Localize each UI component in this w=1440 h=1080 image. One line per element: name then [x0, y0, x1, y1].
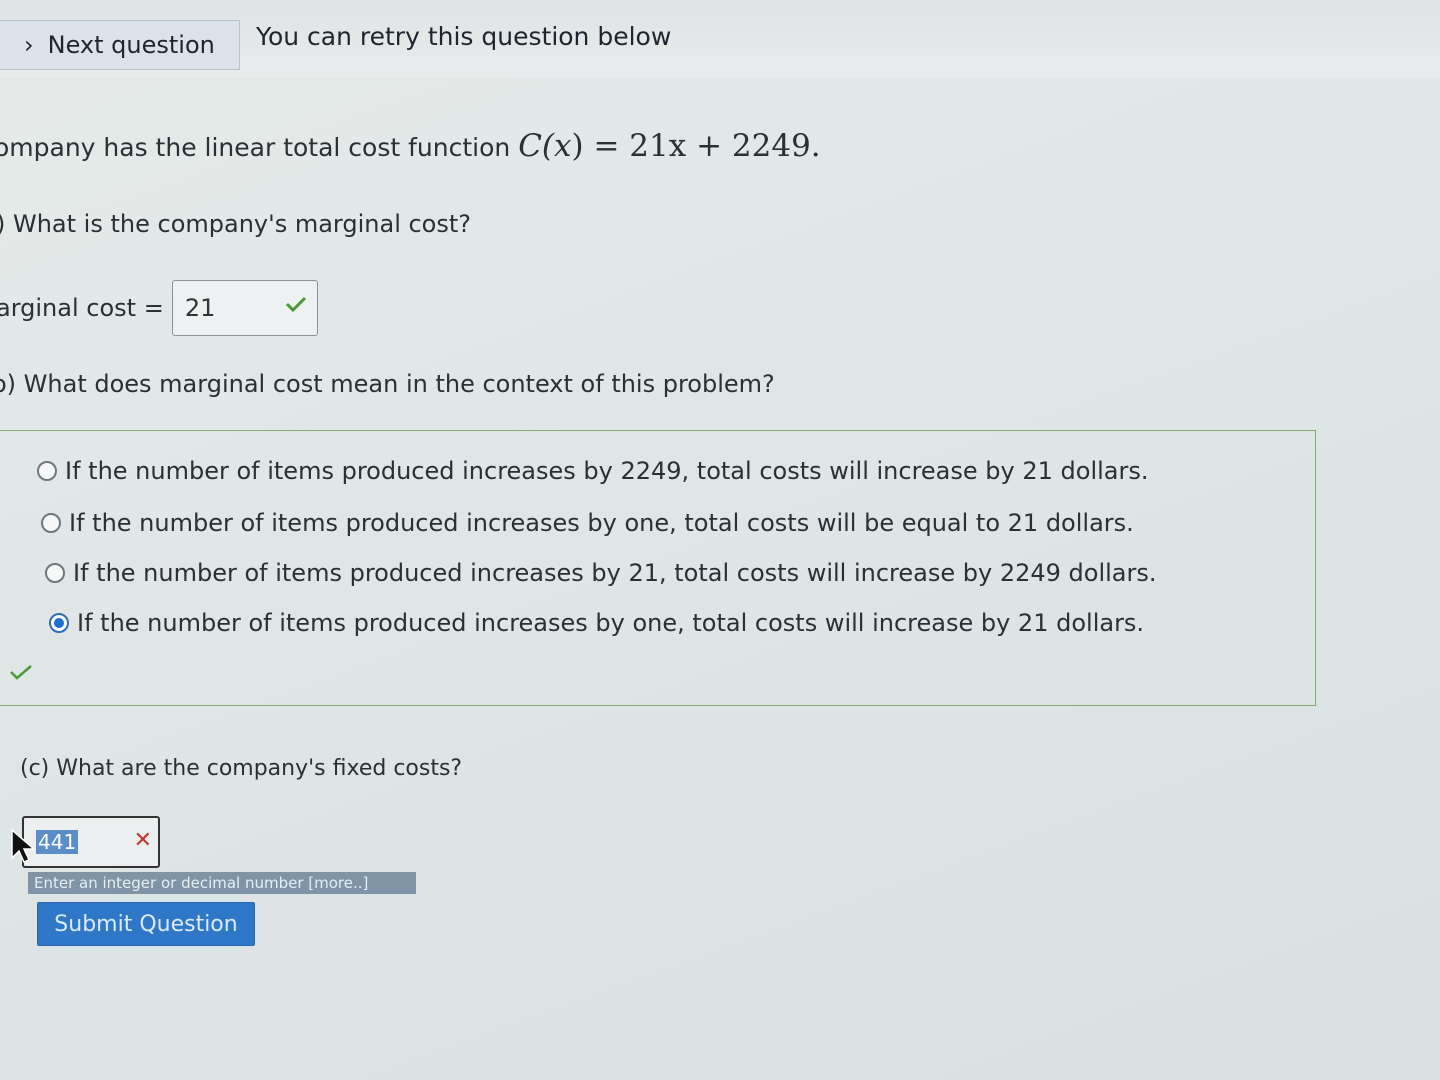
part-b-question: o) What does marginal cost mean in the c… [0, 370, 775, 398]
marginal-cost-input[interactable]: 21 [171, 280, 318, 336]
radio-button[interactable] [45, 563, 65, 583]
input-hint: Enter an integer or decimal number [more… [28, 872, 416, 894]
marginal-cost-label: arginal cost = [0, 294, 164, 322]
choice-option-4[interactable]: If the number of items produced increase… [49, 609, 1144, 637]
choice-option-3[interactable]: If the number of items produced increase… [45, 559, 1156, 587]
part-a-question: ) What is the company's marginal cost? [0, 210, 472, 238]
part-c-question: (c) What are the company's fixed costs? [20, 756, 463, 781]
correct-check-icon [9, 663, 33, 685]
problem-stem: ompany has the linear total cost functio… [0, 128, 821, 164]
choice-text: If the number of items produced increase… [65, 457, 1149, 485]
radio-button[interactable] [41, 513, 61, 533]
fixed-costs-input[interactable]: 441 ✕ [22, 816, 160, 868]
radio-button[interactable] [37, 461, 57, 481]
mouse-cursor-icon [10, 828, 38, 868]
next-question-button[interactable]: › Next question [0, 20, 240, 70]
submit-question-button[interactable]: Submit Question [37, 902, 255, 946]
choice-text: If the number of items produced increase… [77, 609, 1145, 637]
fixed-costs-value: 441 [36, 830, 79, 854]
chevron-right-icon: › [24, 31, 34, 59]
marginal-cost-value: 21 [184, 294, 216, 322]
retry-message: You can retry this question below [256, 22, 672, 51]
cost-function-formula: C(x) = 21x + 2249. [518, 128, 821, 164]
marginal-cost-row: arginal cost = 21 [0, 280, 318, 336]
choice-text: If the number of items produced increase… [73, 559, 1157, 587]
problem-stem-text: ompany has the linear total cost functio… [0, 133, 519, 162]
choice-option-2[interactable]: If the number of items produced increase… [41, 509, 1134, 537]
multiple-choice-panel: If the number of items produced increase… [0, 430, 1316, 706]
incorrect-x-icon: ✕ [133, 828, 152, 853]
next-question-label: Next question [47, 31, 215, 59]
radio-button-selected[interactable] [49, 613, 69, 633]
choice-text: If the number of items produced increase… [69, 509, 1134, 537]
choice-option-1[interactable]: If the number of items produced increase… [37, 457, 1148, 485]
correct-check-icon [285, 295, 307, 317]
